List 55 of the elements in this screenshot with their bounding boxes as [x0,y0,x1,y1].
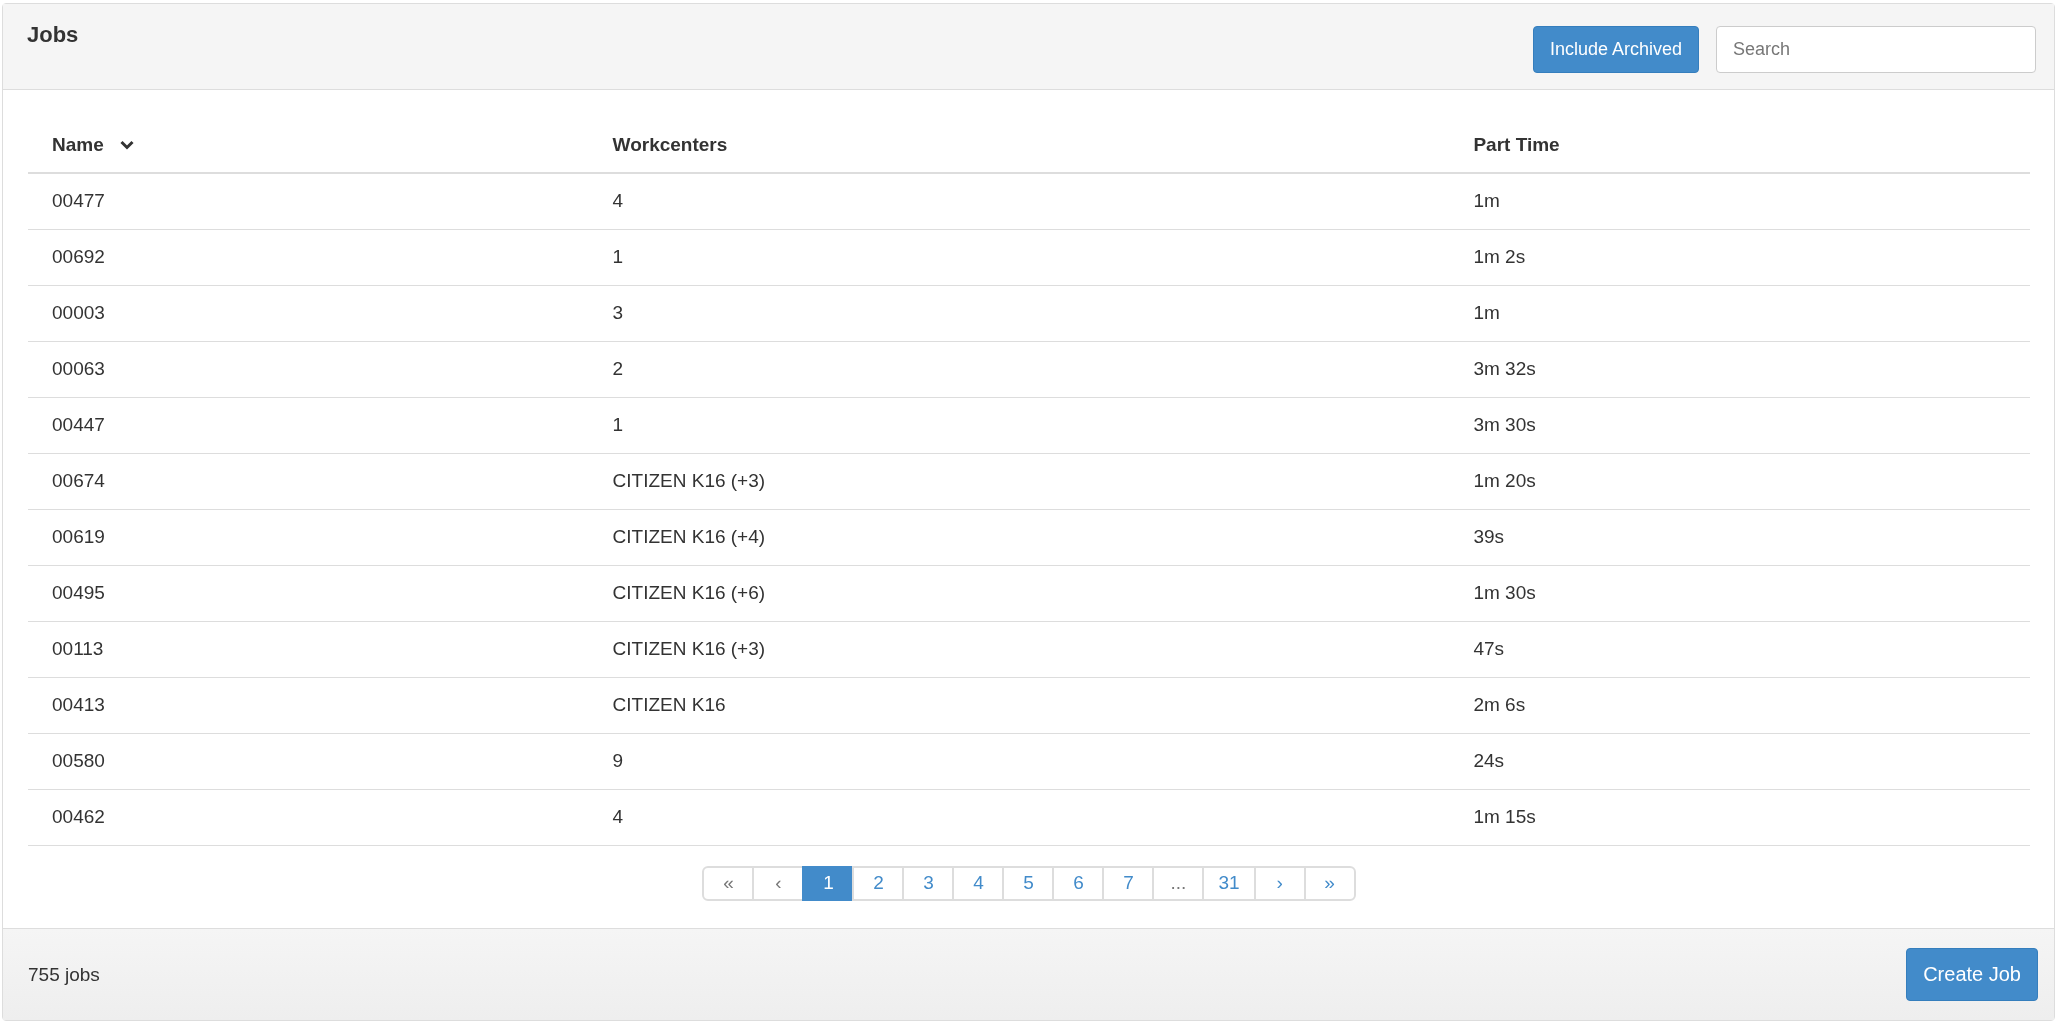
table-cell: 3m 32s [1473,358,1536,379]
column-header[interactable]: Part Time [1473,134,1560,155]
table-cell: CITIZEN K16 (+3) [612,638,766,659]
table-cell: 1 [612,414,624,435]
table-cell: CITIZEN K16 (+3) [612,470,766,491]
table-cell: 1m 20s [1473,470,1536,491]
create-job-button[interactable]: Create Job [1906,948,2038,1001]
table-cell: 00447 [52,414,105,435]
table-cell: CITIZEN K16 (+4) [612,526,766,547]
table-cell: 00477 [52,190,105,212]
page-link[interactable]: 5 [1002,865,1055,901]
table-cell: 39s [1473,526,1505,547]
page-link[interactable]: › [1253,865,1306,901]
table-cell: 9 [612,750,624,771]
table-cell: 1m 15s [1473,806,1536,827]
table-cell: 1m [1473,190,1500,212]
table-cell: 00413 [52,694,105,715]
table-cell: 00619 [52,526,105,547]
table-cell: 3m 30s [1473,414,1536,435]
table-cell: 24s [1473,750,1505,771]
table-cell: 1m [1473,302,1500,323]
table-cell: 4 [612,806,624,827]
chevron-down-icon[interactable] [119,140,134,150]
table-cell: 00462 [52,806,105,827]
page-link[interactable]: 4 [952,865,1005,901]
table-cell: 00674 [52,470,105,491]
table-cell: 2m 6s [1473,694,1526,715]
table-cell: 00495 [52,582,105,603]
table-cell: 3 [612,302,624,323]
page-link[interactable]: 31 [1202,865,1256,901]
column-header[interactable]: Workcenters [612,134,728,155]
page-link[interactable]: 7 [1102,865,1155,901]
page-link[interactable]: 1 [802,865,855,901]
search-field[interactable]: Search [1716,26,2036,73]
table-cell: CITIZEN K16 (+6) [612,582,766,603]
column-header[interactable]: Name [52,134,104,156]
page-link[interactable]: 2 [852,865,905,901]
page-link[interactable]: 3 [902,865,955,901]
table-cell: 00113 [52,638,104,659]
table-cell: 00063 [52,358,105,379]
table-cell: 00692 [52,246,105,267]
table-cell: 1 [612,246,624,267]
include-archived-button[interactable]: Include Archived [1532,26,1699,73]
table-cell: 4 [612,190,624,212]
table-cell: CITIZEN K16 [612,694,726,715]
page-link[interactable]: » [1303,865,1356,901]
table-cell: 00580 [52,750,105,771]
table-cell: 47s [1473,638,1505,659]
table-cell: 1m 2s [1473,246,1526,267]
panel-title: Jobs [27,22,79,48]
table-cell: 2 [612,358,624,379]
page-link[interactable]: 6 [1052,865,1105,901]
job-count: 755 jobs [28,963,100,986]
table-cell: 1m 30s [1473,582,1536,603]
table-cell: 00003 [52,302,105,323]
